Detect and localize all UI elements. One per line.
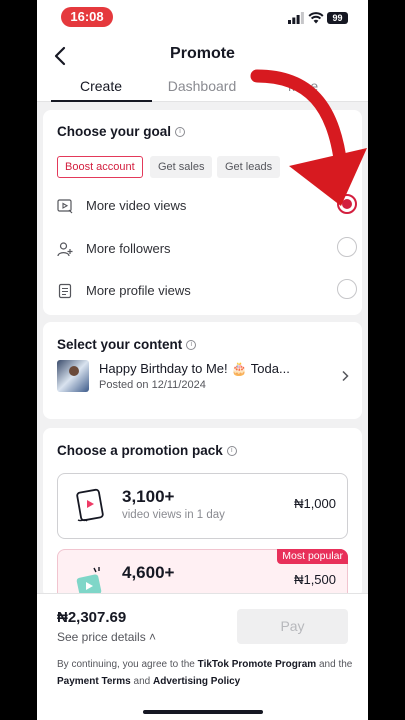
add-user-icon — [57, 242, 73, 257]
video-play-icon — [57, 199, 73, 214]
content-card: Select your content i Happy Birthday to M… — [43, 322, 362, 419]
goal-tab-boost-account[interactable]: Boost account — [57, 156, 143, 178]
chevron-right-icon[interactable] — [340, 370, 350, 382]
pack-heading: Choose a promotion pack i — [57, 443, 237, 458]
promote-program-link[interactable]: TikTok Promote Program — [198, 659, 317, 670]
status-time: 16:08 — [61, 7, 113, 27]
page-title: Promote — [170, 45, 235, 62]
video-thumbnail[interactable] — [57, 360, 89, 392]
legal-text: By continuing, you agree to the TikTok P… — [57, 659, 353, 687]
price-details-link[interactable]: See price details ˄ — [57, 630, 156, 644]
checkout-bar: ₦2,307.69 See price details ˄ Pay By con… — [37, 593, 368, 720]
advertising-policy-link[interactable]: Advertising Policy — [153, 676, 240, 687]
radio-unselected[interactable] — [337, 237, 357, 257]
goal-option-label: More profile views — [86, 283, 191, 298]
video-posted-date: Posted on 12/11/2024 — [99, 379, 206, 391]
status-bar: 16:08 99 — [37, 0, 368, 36]
tab-dashboard[interactable]: Dashboard — [152, 78, 252, 94]
info-icon[interactable]: i — [175, 127, 186, 138]
red-arrow-annotation — [250, 69, 367, 206]
home-indicator — [143, 710, 263, 714]
video-title[interactable]: Happy Birthday to Me! 🎂 Toda... — [99, 361, 290, 377]
pack-option[interactable]: 3,100+ video views in 1 day ₦1,000 — [57, 473, 348, 539]
payment-terms-link[interactable]: Payment Terms — [57, 676, 131, 687]
pack-price: ₦1,500 — [294, 572, 336, 587]
promotion-pack-card: Choose a promotion pack i 3,100+ video vi… — [43, 428, 362, 619]
most-popular-badge: Most popular — [277, 549, 348, 564]
tab-create[interactable]: Create — [51, 78, 151, 94]
info-icon[interactable]: i — [226, 446, 237, 457]
goal-option-followers[interactable]: More followers — [57, 237, 357, 261]
goal-option-label: More followers — [86, 241, 171, 256]
content-heading: Select your content i — [57, 337, 197, 352]
goal-option-label: More video views — [86, 198, 187, 213]
pack-view-count: 3,100+ — [122, 487, 175, 506]
goal-heading: Choose your goal i — [57, 124, 186, 139]
pack-price: ₦1,000 — [294, 496, 336, 511]
total-price: ₦2,307.69 — [57, 609, 127, 626]
info-icon[interactable]: i — [186, 340, 197, 351]
pack-view-count: 4,600+ — [122, 563, 175, 582]
goal-option-profile-views[interactable]: More profile views — [57, 279, 357, 303]
video-card-icon — [76, 488, 104, 522]
battery-icon: 99 — [327, 12, 348, 24]
wifi-icon — [308, 12, 324, 24]
radio-unselected[interactable] — [337, 279, 357, 299]
goal-tab-get-sales[interactable]: Get sales — [150, 156, 213, 178]
pay-button[interactable]: Pay — [237, 609, 348, 644]
chevron-up-icon: ˄ — [145, 630, 157, 644]
signal-icon — [288, 12, 304, 24]
profile-doc-icon — [58, 283, 72, 299]
pack-description: video views in 1 day — [122, 509, 225, 521]
active-tab-indicator — [51, 100, 152, 102]
